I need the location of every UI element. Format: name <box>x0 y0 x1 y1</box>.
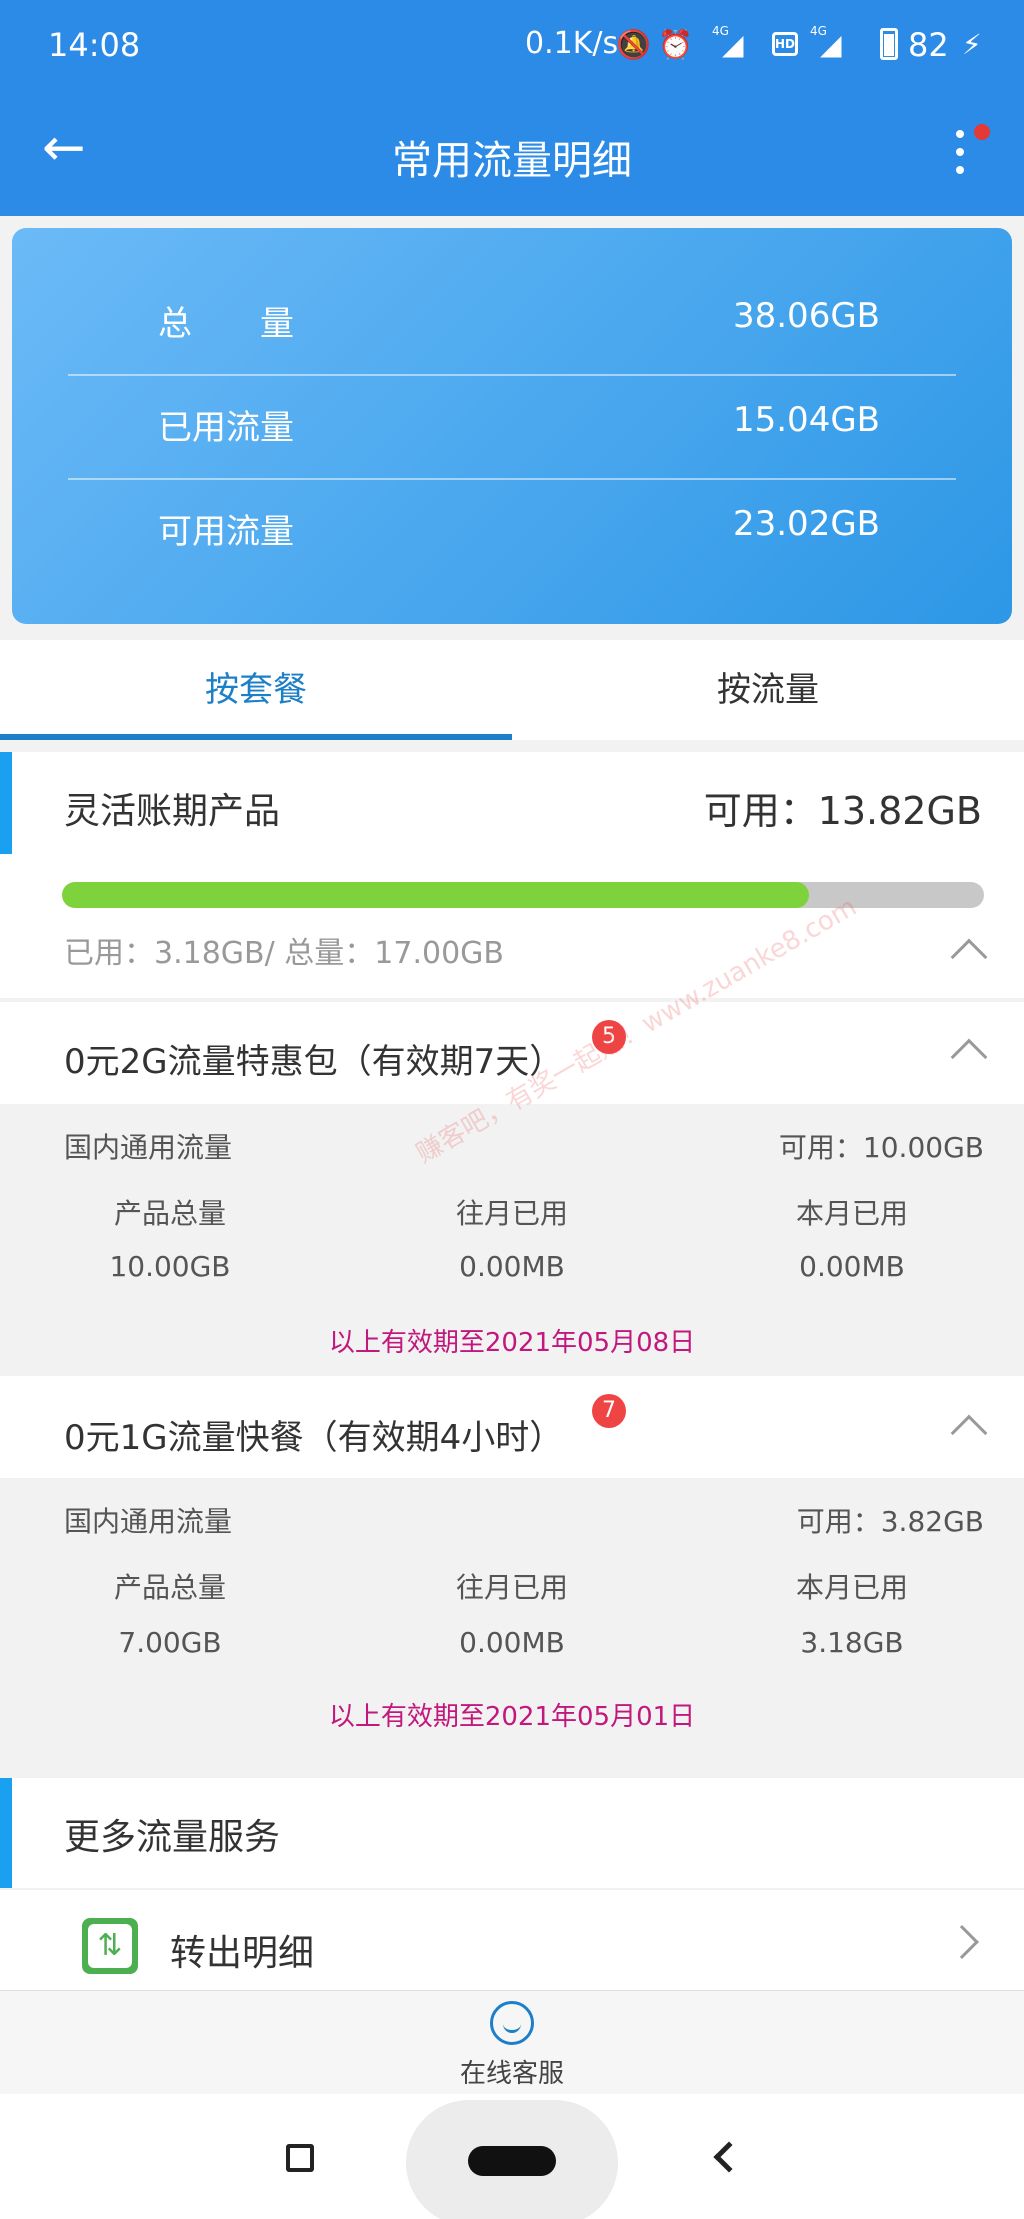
flex-product-title: 灵活账期产品 <box>64 791 281 832</box>
page-title: 常用流量明细 <box>392 138 632 184</box>
col-header-month-used: 本月已用 <box>795 1571 908 1604</box>
data-summary-card: 总 量 38.06GB 已用流量 15.04GB 可用流量 23.02GB <box>12 228 1012 624</box>
validity-note: 以上有效期至2021年05月01日 <box>328 1702 696 1732</box>
tab-active-indicator <box>0 734 512 740</box>
summary-value: 15.04GB <box>732 400 880 440</box>
usage-progress-fill <box>62 882 809 908</box>
online-service-label: 在线客服 <box>459 2059 564 2089</box>
more-options-icon[interactable] <box>952 130 968 184</box>
status-time: 14:08 <box>48 26 141 64</box>
recent-apps-icon[interactable] <box>286 2144 314 2172</box>
col-value-total: 7.00GB <box>118 1626 222 1659</box>
col-value-prev-used: 0.00MB <box>459 1626 565 1659</box>
app-bar: ← 常用流量明细 <box>0 90 1024 216</box>
summary-label: 可用流量 <box>158 512 294 552</box>
alarm-icon: ⏰ <box>658 28 693 61</box>
status-bar: 14:08 0.1K/s 🔕 ⏰ 4G ◢ HD 4G ◢ 82 ⚡ <box>0 0 1024 90</box>
package-title: 0元1G流量快餐（有效期4小时） <box>64 1418 564 1458</box>
battery-icon <box>880 28 898 60</box>
summary-row-used: 已用流量 15.04GB <box>68 372 956 476</box>
col-header-prev-used: 往月已用 <box>455 1571 568 1604</box>
transfer-icon <box>82 1918 138 1974</box>
online-service-button[interactable]: 在线客服 <box>0 1990 1024 2094</box>
col-value-month-used: 0.00MB <box>799 1250 905 1283</box>
package-title: 0元2G流量特惠包（有效期7天） <box>64 1042 564 1082</box>
tab-by-traffic[interactable]: 按流量 <box>512 640 1024 740</box>
col-value-total: 10.00GB <box>109 1250 231 1283</box>
col-header-prev-used: 往月已用 <box>455 1197 568 1230</box>
col-header-total: 产品总量 <box>113 1197 226 1230</box>
home-pill-icon[interactable] <box>468 2146 556 2176</box>
col-header-month-used: 本月已用 <box>795 1197 908 1230</box>
charging-icon: ⚡ <box>962 28 982 61</box>
summary-value: 23.02GB <box>732 504 880 544</box>
back-chevron-icon[interactable] <box>713 2141 745 2173</box>
flex-product-available: 可用：13.82GB <box>703 789 982 833</box>
package-scope: 国内通用流量 <box>64 1505 233 1538</box>
package-badge: 7 <box>592 1394 626 1428</box>
hd-icon: HD <box>772 32 798 56</box>
section-accent-bar <box>0 1778 12 1888</box>
col-header-total: 产品总量 <box>113 1571 226 1604</box>
section-accent-bar <box>0 752 12 854</box>
mute-bell-icon: 🔕 <box>616 28 651 61</box>
more-services-title: 更多流量服务 <box>64 1817 281 1858</box>
system-nav-bar <box>0 2094 1024 2219</box>
col-value-prev-used: 0.00MB <box>459 1250 565 1283</box>
package-available: 可用：3.82GB <box>796 1505 984 1538</box>
validity-note: 以上有效期至2021年05月08日 <box>328 1328 696 1358</box>
signal-icon-2: ◢ <box>820 28 842 61</box>
summary-row-available: 可用流量 23.02GB <box>68 476 956 580</box>
summary-label: 总 量 <box>158 304 294 344</box>
transfer-detail-row[interactable] <box>0 1890 1024 1990</box>
battery-level: 82 <box>908 26 949 64</box>
network-speed: 0.1K/s <box>525 26 619 61</box>
package-available: 可用：10.00GB <box>778 1131 984 1164</box>
signal-icon: ◢ <box>722 28 744 61</box>
customer-service-icon <box>490 2001 534 2045</box>
tab-bar: 按套餐 按流量 <box>0 640 1024 740</box>
summary-label: 已用流量 <box>158 408 294 448</box>
summary-value: 38.06GB <box>732 296 880 336</box>
package-scope: 国内通用流量 <box>64 1131 233 1164</box>
col-value-month-used: 3.18GB <box>800 1626 904 1659</box>
transfer-detail-label: 转出明细 <box>170 1933 315 1974</box>
tab-by-package[interactable]: 按套餐 <box>0 640 512 740</box>
summary-row-total: 总 量 38.06GB <box>68 268 956 372</box>
flex-product-used: 已用：3.18GB/ 总量：17.00GB <box>64 936 504 971</box>
notification-dot <box>974 124 990 140</box>
